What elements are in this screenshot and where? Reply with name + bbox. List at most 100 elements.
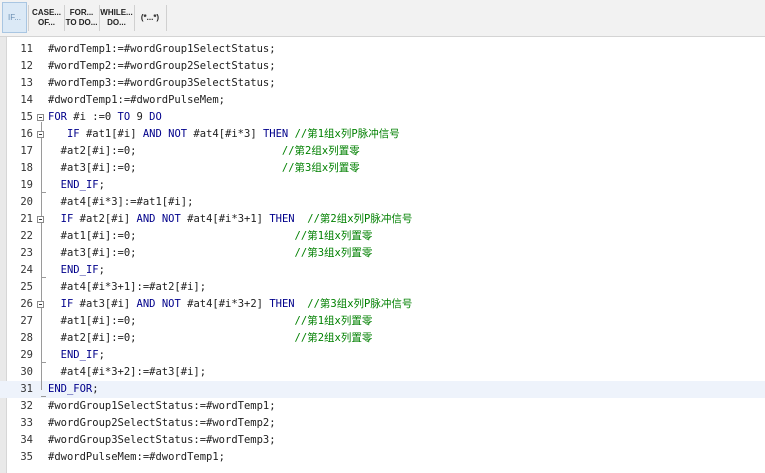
code-token: #at2[#i] (73, 213, 137, 225)
code-text: END_IF; (48, 262, 105, 279)
code-line[interactable]: 22 #at1[#i]:=0; //第1组x列置零 (0, 228, 765, 245)
keyword-token: IF (60, 298, 74, 310)
code-text: #at4[#i*3]:=#at1[#i]; (48, 194, 194, 211)
code-token: ; (98, 179, 105, 191)
code-token: #at4[#i*3+2]:=#at3[#i]; (48, 366, 207, 378)
code-line[interactable]: 16 IF #at1[#i] AND NOT #at4[#i*3] THEN /… (0, 126, 765, 143)
code-token: #wordTemp2:=#wordGroup2SelectStatus; (48, 60, 276, 72)
code-text: #wordTemp2:=#wordGroup2SelectStatus; (48, 58, 276, 75)
comment-token: //第1组x列置零 (294, 315, 373, 327)
line-number: 21 (20, 213, 33, 225)
code-line[interactable]: 32 #wordGroup1SelectStatus:=#wordTemp1; (0, 398, 765, 415)
code-token: #wordGroup1SelectStatus:=#wordTemp1; (48, 400, 276, 412)
code-token: #at4[#i*3+2] (180, 298, 270, 310)
instruction-toolbar: IF... CASE... OF... FOR... TO DO... WHILE.… (0, 0, 765, 37)
code-token: #i :=0 (66, 111, 118, 123)
code-line[interactable]: 33 #wordGroup2SelectStatus:=#wordTemp2; (0, 415, 765, 432)
code-line[interactable]: 20 #at4[#i*3]:=#at1[#i]; (0, 194, 765, 211)
toolbar-separator (166, 5, 167, 31)
fold-toggle-icon[interactable] (37, 216, 44, 223)
code-line[interactable]: 12 #wordTemp2:=#wordGroup2SelectStatus; (0, 58, 765, 75)
code-line[interactable]: 26 IF #at3[#i] AND NOT #at4[#i*3+2] THEN… (0, 296, 765, 313)
keyword-token: AND NOT (142, 128, 188, 140)
line-number: 31 (20, 383, 33, 395)
line-number: 17 (20, 145, 33, 157)
keyword-token: FOR (48, 111, 67, 123)
line-number: 11 (20, 43, 33, 55)
code-line[interactable]: 15 FOR #i :=0 TO 9 DO (0, 109, 765, 126)
keyword-token: END_FOR (48, 383, 93, 395)
code-text: #at4[#i*3+1]:=#at2[#i]; (48, 279, 206, 296)
code-line[interactable]: 24 END_IF; (0, 262, 765, 279)
code-line[interactable]: 29 END_IF; (0, 347, 765, 364)
code-line[interactable]: 17 #at2[#i]:=0; //第2组x列置零 (0, 143, 765, 160)
toolbar-button-label: TO DO... (65, 17, 98, 27)
code-token: #wordTemp1:=#wordGroup1SelectStatus; (48, 43, 276, 55)
line-number: 32 (20, 400, 33, 412)
code-token: #at2[#i]:=0; (48, 332, 295, 344)
line-number: 27 (20, 315, 33, 327)
code-token: #wordGroup2SelectStatus:=#wordTemp2; (48, 417, 276, 429)
code-line[interactable]: 14 #dwordTemp1:=#dwordPulseMem; (0, 92, 765, 109)
code-token: #at3[#i]:=0; (48, 247, 295, 259)
code-line[interactable]: 35 #dwordPulseMem:=#dwordTemp1; (0, 449, 765, 466)
insert-while-do-button[interactable]: WHILE... DO... (100, 2, 133, 33)
line-number: 26 (20, 298, 33, 310)
code-line[interactable]: 21 IF #at2[#i] AND NOT #at4[#i*3+1] THEN… (0, 211, 765, 228)
code-token: #at1[#i]:=0; (48, 230, 295, 242)
line-number: 28 (20, 332, 33, 344)
line-number: 18 (20, 162, 33, 174)
code-line[interactable]: 28 #at2[#i]:=0; //第2组x列置零 (0, 330, 765, 347)
keyword-token: IF (60, 213, 74, 225)
insert-case-of-button[interactable]: CASE... OF... (30, 2, 63, 33)
scl-code-editor[interactable]: 11 #wordTemp1:=#wordGroup1SelectStatus; 12… (0, 37, 765, 473)
code-text: #wordGroup2SelectStatus:=#wordTemp2; (48, 415, 276, 432)
keyword-token: IF (66, 128, 80, 140)
keyword-token: THEN (269, 213, 295, 225)
code-line[interactable]: 13 #wordTemp3:=#wordGroup3SelectStatus; (0, 75, 765, 92)
code-token: ; (98, 349, 105, 361)
code-line[interactable]: 34 #wordGroup3SelectStatus:=#wordTemp3; (0, 432, 765, 449)
code-token: 9 (130, 111, 150, 123)
toolbar-separator (28, 5, 29, 31)
line-number: 25 (20, 281, 33, 293)
code-line[interactable]: 11 #wordTemp1:=#wordGroup1SelectStatus; (0, 41, 765, 58)
fold-guide-line (41, 308, 42, 356)
fold-toggle-icon[interactable] (37, 301, 44, 308)
fold-toggle-icon[interactable] (37, 131, 44, 138)
keyword-token: THEN (269, 298, 295, 310)
code-text: #dwordTemp1:=#dwordPulseMem; (48, 92, 225, 109)
code-token: #at1[#i] (79, 128, 143, 140)
fold-toggle-icon[interactable] (37, 114, 44, 121)
code-line[interactable]: 19 END_IF; (0, 177, 765, 194)
code-line[interactable]: 18 #at3[#i]:=0; //第3组x列置零 (0, 160, 765, 177)
code-text: END_IF; (48, 177, 105, 194)
code-line[interactable]: 23 #at3[#i]:=0; //第3组x列置零 (0, 245, 765, 262)
code-text: IF #at3[#i] AND NOT #at4[#i*3+2] THEN //… (48, 296, 413, 313)
insert-comment-button[interactable]: (*...*) (135, 2, 165, 33)
insert-if-button[interactable]: IF... (2, 2, 27, 33)
code-line[interactable]: 31 END_FOR; (0, 381, 765, 398)
code-text: #wordTemp3:=#wordGroup3SelectStatus; (48, 75, 276, 92)
line-number: 13 (20, 77, 33, 89)
code-token: ; (92, 383, 99, 395)
line-number: 35 (20, 451, 33, 463)
comment-token: //第2组x列置零 (281, 145, 360, 157)
line-number: 14 (20, 94, 33, 106)
code-line[interactable]: 30 #at4[#i*3+2]:=#at3[#i]; (0, 364, 765, 381)
code-text: #at2[#i]:=0; //第2组x列置零 (48, 143, 360, 160)
keyword-token: TO (117, 111, 131, 123)
code-line[interactable]: 25 #at4[#i*3+1]:=#at2[#i]; (0, 279, 765, 296)
keyword-token: THEN (262, 128, 289, 140)
comment-token: //第3组x列置零 (294, 247, 373, 259)
toolbar-button-label: WHILE... (100, 7, 133, 17)
code-text: END_FOR; (48, 381, 99, 398)
code-line[interactable]: 27 #at1[#i]:=0; //第1组x列置零 (0, 313, 765, 330)
fold-guide-line (41, 223, 42, 271)
line-number: 12 (20, 60, 33, 72)
toolbar-button-label: CASE... (32, 7, 61, 17)
insert-for-to-do-button[interactable]: FOR... TO DO... (65, 2, 98, 33)
